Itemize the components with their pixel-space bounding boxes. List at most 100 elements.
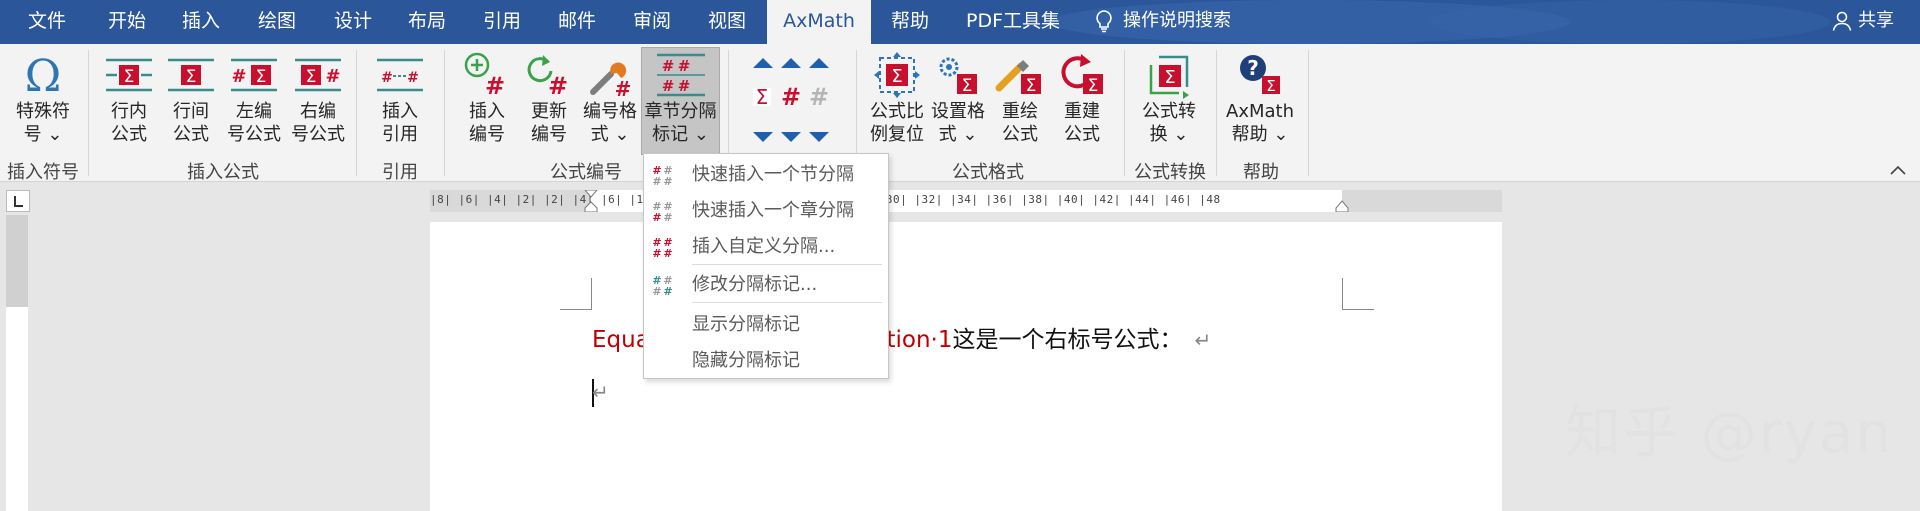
- help-icon: ?Σ: [1240, 55, 1280, 95]
- svg-text:Σ: Σ: [186, 67, 197, 87]
- group-separator: [444, 50, 445, 176]
- svg-text:Σ: Σ: [124, 67, 135, 87]
- section-break-label: 章节分隔 标记 ⌄: [644, 101, 717, 145]
- group-label-formula-format: 公式格式: [952, 162, 1024, 183]
- svg-text:Σ: Σ: [962, 76, 973, 96]
- display-formula-label: 行间 公式: [173, 101, 209, 145]
- rebuild-formula-label: 重建 公式: [1064, 101, 1100, 145]
- menu-separator: [692, 302, 882, 303]
- insert-number-label: 插入 编号: [469, 101, 505, 145]
- group-separator: [1216, 50, 1217, 176]
- rebuild-formula-button[interactable]: Σ 重建 公式: [1052, 50, 1112, 146]
- axmath-help-button[interactable]: ? Σ AxMath 帮助 ⌄: [1222, 50, 1298, 146]
- number-format-label: 编号格 式 ⌄: [583, 101, 637, 145]
- svg-text:Σ: Σ: [756, 85, 769, 109]
- display-formula-button[interactable]: Σ 行间 公式: [162, 50, 220, 146]
- alignment-grid-button[interactable]: Σ # #: [742, 54, 840, 154]
- left-numbered-formula-button[interactable]: # Σ 左编 号公式: [222, 50, 286, 146]
- svg-text:?: ?: [1247, 56, 1259, 80]
- tab-draw[interactable]: 绘图: [254, 0, 300, 44]
- menu-item-show-break-marks[interactable]: 显示分隔标记: [644, 308, 888, 342]
- formula-scale-reset-icon: Σ: [874, 52, 920, 98]
- chapter-break-small-icon: # ## #: [652, 200, 672, 223]
- section-break-button[interactable]: # # # # 章节分隔 标记 ⌄: [641, 47, 720, 155]
- tab-review[interactable]: 审阅: [629, 0, 675, 44]
- custom-break-small-icon: # ## #: [652, 236, 672, 259]
- menu-separator: [692, 264, 882, 265]
- tab-home[interactable]: 开始: [104, 0, 150, 44]
- group-separator: [1308, 50, 1309, 176]
- tab-help[interactable]: 帮助: [887, 0, 933, 44]
- number-format-button[interactable]: # 编号格 式 ⌄: [580, 50, 640, 146]
- svg-text:#: #: [325, 66, 340, 87]
- svg-text:#: #: [809, 83, 829, 111]
- paragraph-mark: ↵: [1194, 328, 1212, 352]
- tab-pdf-tools[interactable]: PDF工具集: [962, 0, 1064, 44]
- collapse-ribbon-icon[interactable]: [1890, 164, 1906, 176]
- svg-text:#: #: [661, 57, 674, 75]
- group-separator: [356, 50, 357, 176]
- inline-formula-button[interactable]: Σ 行内 公式: [100, 50, 158, 146]
- tab-axmath[interactable]: AxMath: [767, 0, 871, 44]
- menu-item-label: 快速插入一个章分隔: [692, 200, 854, 221]
- svg-text:#: #: [661, 77, 674, 95]
- empty-paragraph-mark: ↵: [592, 382, 609, 404]
- insert-reference-button[interactable]: # # 插入 引用: [370, 50, 430, 146]
- tab-file[interactable]: 文件: [24, 0, 70, 44]
- equation-text-start: Equa: [592, 327, 650, 353]
- tab-view[interactable]: 视图: [704, 0, 750, 44]
- menu-item-quick-chapter-break[interactable]: # # # # 快速插入一个章分隔: [644, 194, 888, 228]
- svg-text:#: #: [781, 83, 801, 111]
- svg-text:#: #: [663, 285, 672, 297]
- tab-stop-selector[interactable]: [6, 190, 30, 212]
- axmath-ribbon: Ω 特殊符 号 ⌄ 插入符号 Σ 行内 公式 Σ 行间 公式 # Σ 左编 号公式…: [0, 44, 1920, 183]
- axmath-help-label: AxMath 帮助 ⌄: [1226, 101, 1294, 145]
- group-separator: [88, 50, 89, 176]
- vertical-ruler[interactable]: [6, 215, 28, 511]
- svg-text:#: #: [548, 72, 568, 98]
- tab-references[interactable]: 引用: [479, 0, 525, 44]
- menu-item-label: 修改分隔标记...: [692, 274, 818, 295]
- svg-text:#: #: [652, 211, 661, 223]
- tab-mailings[interactable]: 邮件: [554, 0, 600, 44]
- formula-scale-reset-button[interactable]: Σ 公式比 例复位: [866, 50, 928, 146]
- right-numbered-formula-label: 右编 号公式: [291, 101, 345, 145]
- update-number-button[interactable]: # 更新 编号: [520, 50, 578, 146]
- lightbulb-icon: [1096, 10, 1112, 33]
- tab-design[interactable]: 设计: [330, 0, 376, 44]
- svg-text:Σ: Σ: [891, 66, 902, 87]
- menu-item-modify-break-mark[interactable]: # # # # 修改分隔标记...: [644, 268, 888, 302]
- svg-text:#: #: [652, 247, 661, 259]
- formula-convert-button[interactable]: Σ 公式转 换 ⌄: [1134, 50, 1204, 146]
- menu-item-quick-section-break[interactable]: # # # # 快速插入一个节分隔: [644, 158, 888, 192]
- horizontal-ruler[interactable]: |8| |6| |4| |2| |2| |4| |6| |16| |18| |2…: [430, 190, 1502, 212]
- rebuild-formula-icon: Σ: [1061, 54, 1103, 96]
- menu-item-hide-break-marks[interactable]: 隐藏分隔标记: [644, 344, 888, 378]
- menu-item-label: 隐藏分隔标记: [692, 350, 800, 371]
- special-symbol-button[interactable]: Ω 特殊符 号 ⌄: [8, 50, 78, 146]
- menu-item-label: 快速插入一个节分隔: [692, 164, 854, 185]
- menu-item-insert-custom-break[interactable]: # # # # 插入自定义分隔...: [644, 230, 888, 264]
- watermark: 知乎 @ryan: [1565, 401, 1893, 466]
- right-indent-marker-icon[interactable]: [1334, 198, 1350, 212]
- indent-marker-icon[interactable]: [583, 190, 599, 212]
- menu-item-label: 插入自定义分隔...: [692, 236, 836, 257]
- group-label-insert-formula: 插入公式: [187, 162, 259, 183]
- redraw-formula-button[interactable]: Σ 重绘 公式: [990, 50, 1050, 146]
- svg-text:#: #: [663, 211, 672, 223]
- svg-text:Σ: Σ: [306, 67, 317, 87]
- svg-text:#: #: [652, 285, 661, 297]
- format-settings-button[interactable]: Σ 设置格 式 ⌄: [928, 50, 988, 146]
- share-button[interactable]: 共享: [1832, 0, 1894, 44]
- tab-insert[interactable]: 插入: [178, 0, 224, 44]
- omega-icon: Ω: [25, 53, 61, 97]
- right-numbered-formula-button[interactable]: Σ # 右编 号公式: [286, 50, 350, 146]
- svg-text:#: #: [485, 72, 505, 98]
- left-numbered-formula-icon: # Σ: [231, 58, 277, 92]
- formula-convert-icon: Σ: [1149, 55, 1189, 99]
- tab-layout[interactable]: 布局: [404, 0, 450, 44]
- document-page[interactable]: Equa ction·1这是一个右标号公式： ↵ ↵: [430, 222, 1502, 511]
- tell-me-search[interactable]: 操作说明搜索: [1095, 0, 1231, 44]
- svg-text:#: #: [663, 175, 672, 187]
- insert-number-button[interactable]: # 插入 编号: [458, 50, 516, 146]
